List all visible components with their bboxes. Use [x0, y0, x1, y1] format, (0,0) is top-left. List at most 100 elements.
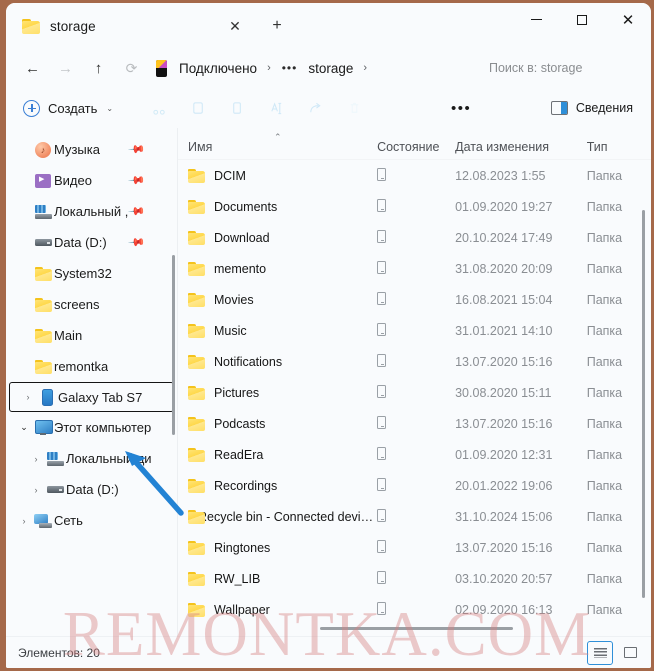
table-row[interactable]: ReadEra 01.09.2020 12:31 Папка [178, 439, 651, 470]
sidebar-item-main[interactable]: Main [6, 320, 178, 351]
sidebar-scrollbar[interactable] [172, 255, 175, 435]
table-row[interactable]: Podcasts 13.07.2020 15:16 Папка [178, 408, 651, 439]
table-row[interactable]: Ringtones 13.07.2020 15:16 Папка [178, 532, 651, 563]
list-view-button[interactable] [587, 640, 613, 665]
tiles-view-icon [623, 647, 637, 658]
chevron-right-icon-2[interactable]: › [358, 62, 372, 74]
file-date-cell: 03.10.2020 20:57 [455, 571, 553, 586]
tablet-icon [36, 388, 58, 406]
header-divider [178, 159, 651, 160]
sidebar-item-data-d[interactable]: › Data (D:) [6, 474, 178, 505]
new-tab-button[interactable]: + [266, 15, 288, 37]
refresh-button[interactable]: ⟳ [115, 53, 148, 83]
file-name-cell: Movies [178, 292, 373, 307]
column-header-status[interactable]: Состояние [373, 140, 451, 154]
file-date-cell: 16.08.2021 15:04 [455, 292, 553, 307]
table-row[interactable]: DCIM 12.08.2023 1:55 Папка [178, 160, 651, 191]
column-header-date[interactable]: Дата изменения [451, 140, 583, 154]
tab-storage[interactable]: storage [12, 8, 104, 44]
file-status-cell [373, 601, 451, 618]
breadcrumb-item-storage[interactable]: storage [303, 58, 358, 79]
table-row[interactable]: Pictures 30.08.2020 15:11 Папка [178, 377, 651, 408]
file-name-label: Movies [214, 292, 254, 307]
pin-icon[interactable]: 📌 [128, 233, 147, 252]
sidebar-item-remontka[interactable]: remontka [6, 351, 178, 382]
command-bar: Создать ⌄ ••• Сведения [6, 88, 651, 128]
table-row[interactable]: Recycle bin - Connected devi… 31.10.2024 … [178, 501, 651, 532]
drive-icon [44, 486, 66, 493]
pin-icon[interactable]: 📌 [128, 171, 147, 190]
cut-icon[interactable] [141, 93, 177, 123]
table-row[interactable]: RW_LIB 03.10.2020 20:57 Папка [178, 563, 651, 594]
pin-icon[interactable]: 📌 [128, 140, 147, 159]
sidebar-item-galaxy-tab-s7[interactable]: › Galaxy Tab S7 [9, 382, 174, 412]
file-list-horizontal-scrollbar[interactable] [320, 627, 513, 630]
file-status-cell [373, 477, 451, 494]
table-row[interactable]: Music 31.01.2021 14:10 Папка [178, 315, 651, 346]
folder-icon [188, 230, 205, 245]
new-button[interactable]: Создать ⌄ [18, 93, 121, 123]
sidebar-item-screens[interactable]: screens [6, 289, 178, 320]
minimize-button[interactable] [513, 3, 559, 36]
close-tab-button[interactable]: ✕ [224, 15, 246, 37]
maximize-icon [577, 14, 587, 25]
table-row[interactable]: Movies 16.08.2021 15:04 Папка [178, 284, 651, 315]
folder-icon [188, 168, 205, 183]
breadcrumb[interactable]: Подключено › ••• storage › [156, 53, 485, 83]
more-options-button[interactable]: ••• [444, 93, 478, 123]
forward-button[interactable]: → [49, 53, 82, 83]
drive-icon [32, 239, 54, 246]
table-row[interactable]: memento 31.08.2020 20:09 Папка [178, 253, 651, 284]
paste-icon[interactable] [219, 93, 255, 123]
sidebar-item-label: Музыка [54, 142, 100, 157]
pin-icon[interactable]: 📌 [128, 202, 147, 221]
file-name-cell: Recordings [178, 478, 373, 493]
device-icon [377, 446, 387, 460]
up-button[interactable]: ↑ [82, 53, 115, 83]
sidebar-item-музыка[interactable]: ♪ Музыка 📌 [6, 134, 178, 165]
tablet-icon-glyph [41, 388, 53, 406]
table-row[interactable]: Wallpaper 02.09.2020 16:13 Папка [178, 594, 651, 625]
maximize-button[interactable] [559, 3, 605, 36]
this-pc-icon [32, 420, 54, 435]
address-bar: ← → ↑ ⟳ Подключено › ••• storage › Поиск… [6, 48, 651, 88]
details-button[interactable]: Сведения [545, 93, 639, 123]
sidebar-item-сеть[interactable]: › Сеть [6, 505, 178, 536]
table-row[interactable]: Recordings 20.01.2022 19:06 Папка [178, 470, 651, 501]
folder-icon [32, 359, 54, 374]
chevron-right-icon[interactable]: › [28, 485, 44, 495]
delete-icon[interactable] [336, 93, 372, 123]
folder-icon [188, 571, 205, 586]
file-name-cell: Podcasts [178, 416, 373, 431]
sidebar-item-system32[interactable]: System32 [6, 258, 178, 289]
breadcrumb-overflow-button[interactable]: ••• [276, 61, 304, 75]
chevron-down-icon[interactable]: ⌄ [16, 422, 32, 433]
column-header-type[interactable]: Тип [583, 140, 651, 154]
rename-icon[interactable] [258, 93, 294, 123]
sidebar-item-видео[interactable]: Видео 📌 [6, 165, 178, 196]
chevron-right-icon[interactable]: › [28, 454, 44, 464]
breadcrumb-item-device[interactable]: Подключено [174, 58, 262, 79]
sidebar-item-локальный-ди[interactable]: › Локальный ди [6, 443, 178, 474]
chevron-right-icon[interactable]: › [16, 516, 32, 526]
file-type-cell: Папка [586, 540, 623, 555]
file-status-cell [373, 198, 451, 215]
close-window-button[interactable]: ✕ [605, 3, 651, 36]
sidebar-item-этот-компьютер[interactable]: ⌄ Этот компьютер [6, 412, 178, 443]
file-name-label: Documents [214, 199, 278, 214]
share-icon[interactable] [297, 93, 333, 123]
file-status-cell [373, 415, 451, 432]
chevron-right-icon[interactable]: › [20, 392, 36, 402]
file-name-label: Ringtones [214, 540, 271, 555]
sidebar-item-data-d[interactable]: Data (D:) 📌 [6, 227, 178, 258]
file-name-label: Podcasts [214, 416, 266, 431]
back-button[interactable]: ← [16, 53, 49, 83]
table-row[interactable]: Download 20.10.2024 17:49 Папка [178, 222, 651, 253]
copy-icon[interactable] [180, 93, 216, 123]
tiles-view-button[interactable] [617, 641, 643, 665]
search-input[interactable]: Поиск в: storage [485, 54, 641, 82]
file-list-vertical-scrollbar[interactable] [642, 210, 645, 598]
sidebar-item-локальный[interactable]: Локальный , 📌 [6, 196, 178, 227]
table-row[interactable]: Notifications 13.07.2020 15:16 Папка [178, 346, 651, 377]
table-row[interactable]: Documents 01.09.2020 19:27 Папка [178, 191, 651, 222]
